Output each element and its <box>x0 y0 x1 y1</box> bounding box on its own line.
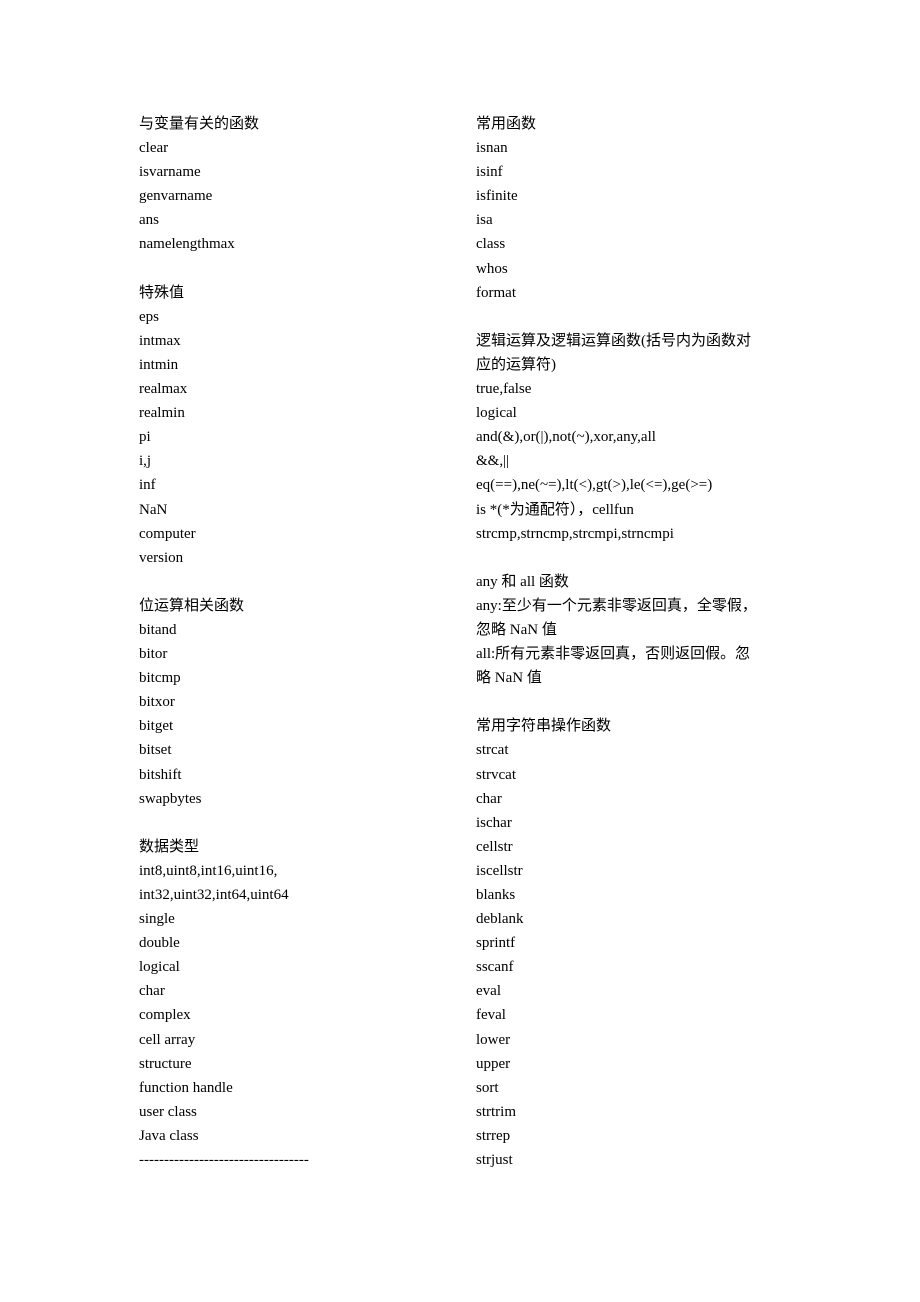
section-heading: 常用函数 <box>476 116 537 132</box>
section-heading: 与变量有关的函数 <box>139 116 260 132</box>
function-item: upper <box>476 1055 511 1072</box>
section-heading: 特殊值 <box>139 284 185 301</box>
function-item: eq(==),ne(~=),lt(<),gt(>),le(<=),ge(>=) <box>476 477 713 494</box>
function-item: strcat <box>476 742 509 759</box>
function-item: isa <box>476 212 493 229</box>
function-item: isvarname <box>139 164 201 181</box>
section-heading: 逻辑运算及逻辑运算函数(括号内为函数对 <box>476 332 751 349</box>
function-item: Java class <box>139 1127 199 1144</box>
function-item: ans <box>139 212 159 229</box>
function-item: sprintf <box>476 935 516 952</box>
function-item: deblank <box>476 911 524 928</box>
function-item: intmin <box>139 356 179 373</box>
function-item: computer <box>139 525 196 542</box>
function-item: &&,|| <box>476 453 510 470</box>
function-item: double <box>139 935 180 952</box>
function-item: cell array <box>139 1031 196 1048</box>
right-column: 常用函数 isnan isinf isfinite isa class whos format… <box>476 112 786 1172</box>
function-item: is *(*为通配符），cellfun <box>476 501 634 518</box>
function-item: isfinite <box>476 188 518 205</box>
function-item: bitand <box>139 621 177 638</box>
function-item: bitor <box>139 646 168 663</box>
function-item: char <box>139 983 165 1000</box>
function-item: feval <box>476 1007 506 1024</box>
function-item: isinf <box>476 164 503 181</box>
function-item: whos <box>476 260 508 277</box>
function-item: ischar <box>476 814 512 831</box>
function-item: char <box>476 790 502 807</box>
function-item: format <box>476 284 516 301</box>
function-item: lower <box>476 1031 511 1048</box>
function-item: logical <box>476 405 517 422</box>
function-item: strtrim <box>476 1103 516 1120</box>
function-item: all:所有元素非零返回真，否则返回假。忽 <box>476 646 751 663</box>
function-item: blanks <box>476 887 516 903</box>
function-item: eps <box>139 308 159 325</box>
section-heading: 数据类型 <box>139 838 200 855</box>
section-heading: 位运算相关函数 <box>139 597 245 614</box>
function-item: genvarname <box>139 188 213 205</box>
function-item: isnan <box>476 140 508 157</box>
function-item: sscanf <box>476 959 514 976</box>
function-item: and(&),or(|),not(~),xor,any,all <box>476 429 656 446</box>
function-item: complex <box>139 1007 191 1024</box>
function-item: intmax <box>139 332 181 349</box>
function-item: strjust <box>476 1152 513 1169</box>
function-item: realmax <box>139 381 188 398</box>
function-item: function handle <box>139 1079 233 1096</box>
function-item: single <box>139 911 175 928</box>
function-item: int32,uint32,int64,uint64 <box>139 887 289 903</box>
function-item: clear <box>139 140 169 157</box>
function-item: cellstr <box>476 838 513 855</box>
function-item: realmin <box>139 405 185 422</box>
function-item: structure <box>139 1055 192 1072</box>
function-item: bitxor <box>139 694 175 711</box>
function-item: swapbytes <box>139 790 202 807</box>
function-item: strrep <box>476 1127 511 1144</box>
function-item: iscellstr <box>476 862 523 879</box>
function-item: bitcmp <box>139 670 181 687</box>
function-item: 略 NaN 值 <box>476 670 542 687</box>
function-item: bitshift <box>139 766 182 783</box>
function-item: logical <box>139 959 180 976</box>
function-item: version <box>139 549 184 566</box>
function-item: 忽略 NaN 值 <box>476 621 557 638</box>
function-item: NaN <box>139 501 168 518</box>
left-column: 与变量有关的函数 clear isvarname genvarname ans namel… <box>139 112 459 1172</box>
function-item: int8,uint8,int16,uint16, <box>139 862 278 879</box>
section-heading: 常用字符串操作函数 <box>476 718 612 735</box>
function-item: strvcat <box>476 766 516 783</box>
function-item: pi <box>139 429 151 446</box>
function-item: any:至少有一个元素非零返回真，全零假， <box>476 597 757 614</box>
function-item: strcmp,strncmp,strcmpi,strncmpi <box>476 525 674 542</box>
section-heading: 应的运算符) <box>476 356 556 373</box>
function-item: true,false <box>476 381 532 398</box>
function-item: bitget <box>139 718 174 735</box>
function-item: eval <box>476 983 501 1000</box>
function-item: namelengthmax <box>139 236 235 253</box>
function-item: bitset <box>139 742 172 759</box>
function-item: sort <box>476 1079 499 1096</box>
function-item: inf <box>139 477 156 494</box>
function-item: user class <box>139 1103 197 1120</box>
section-heading: any 和 all 函数 <box>476 573 569 590</box>
function-item: class <box>476 236 506 253</box>
function-item: i,j <box>139 453 152 470</box>
divider-line: ---------------------------------- <box>139 1152 309 1169</box>
